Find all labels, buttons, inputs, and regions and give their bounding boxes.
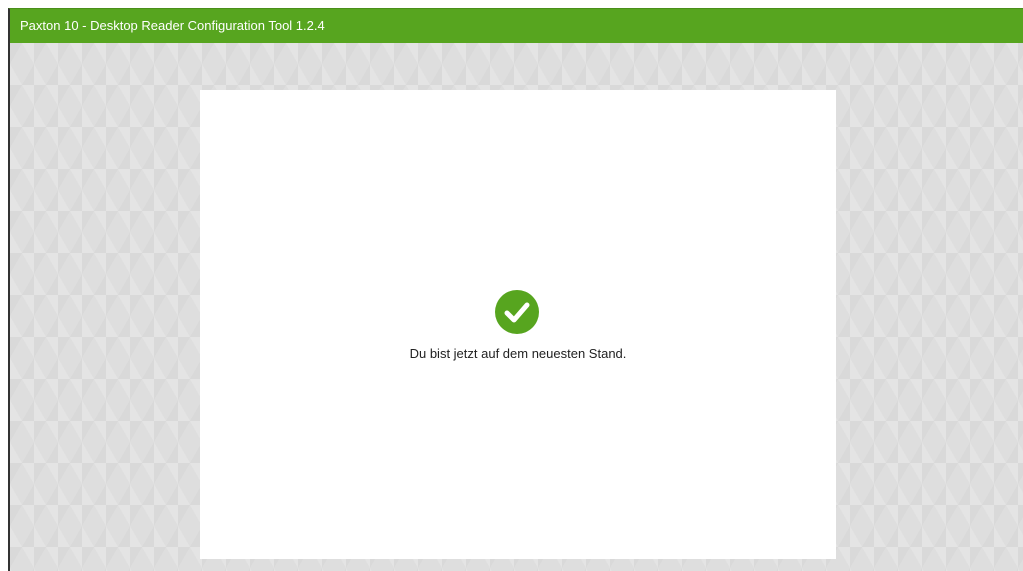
title-bar[interactable]: Paxton 10 - Desktop Reader Configuration… — [10, 9, 1023, 43]
status-panel: Du bist jetzt auf dem neuesten Stand. — [200, 90, 836, 559]
window-title: Paxton 10 - Desktop Reader Configuration… — [20, 18, 325, 33]
status-message: Du bist jetzt auf dem neuesten Stand. — [409, 346, 627, 361]
app-window: Paxton 10 - Desktop Reader Configuration… — [8, 8, 1023, 571]
check-circle-icon — [495, 290, 539, 334]
